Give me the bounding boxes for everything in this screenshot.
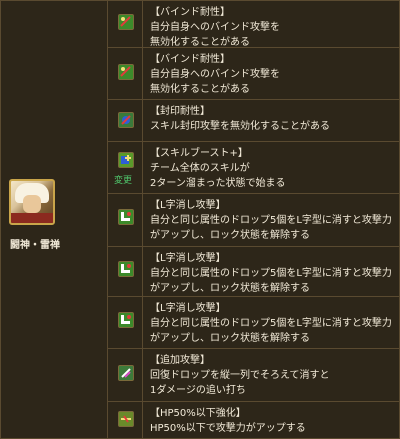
l-shape-clear-icon [118, 261, 134, 277]
skill-row: 【L字消し攻撃】 自分と同じ属性のドロップ5個をL字型に消すと攻撃力 がアップし… [108, 194, 399, 247]
l-shape-clear-icon [118, 312, 134, 328]
skill-title: 【バインド耐性】 [150, 54, 230, 65]
skill-icon-cell: 変更 [108, 142, 143, 193]
skill-line: 自分と同じ属性のドロップ5個をL字型に消すと攻撃力 [150, 318, 392, 329]
skill-row: 【封印耐性】 スキル封印攻撃を無効化することがある [108, 100, 399, 142]
skill-description: 【スキルブースト+】 チーム全体のスキルが 2ターン溜まった状態で始まる [150, 146, 397, 191]
skill-description: 【封印耐性】 スキル封印攻撃を無効化することがある [150, 104, 397, 134]
character-portrait[interactable] [9, 179, 55, 225]
bind-resist-icon [118, 14, 134, 30]
skill-line: HP50%以下で攻撃力がアップする [150, 423, 306, 434]
skill-title: 【封印耐性】 [150, 106, 210, 117]
skill-title: 【L字消し攻撃】 [150, 303, 226, 314]
skill-icon-cell [108, 100, 143, 141]
skill-icon-cell [108, 402, 143, 438]
skill-title: 【HP50%以下強化】 [150, 408, 246, 419]
skill-row: 【追加攻撃】 回復ドロップを縦一列でそろえて消すと 1ダメージの追い打ち [108, 349, 399, 402]
change-badge: 変更 [114, 176, 133, 186]
skill-row: 変更 【スキルブースト+】 チーム全体のスキルが 2ターン溜まった状態で始まる [108, 142, 399, 194]
skill-icon-cell [108, 349, 143, 401]
skill-icon-cell [108, 297, 143, 348]
skill-row: 【HP50%以下強化】 HP50%以下で攻撃力がアップする [108, 402, 399, 438]
skill-icon-cell [108, 1, 143, 47]
skill-icon-cell [108, 194, 143, 246]
awakening-skills-table: 闘神・雷禅 【バインド耐性】 自分自身へのバインド攻撃を 無効化することがある … [0, 0, 400, 439]
skill-line: チーム全体のスキルが [150, 163, 250, 174]
skill-description: 【追加攻撃】 回復ドロップを縦一列でそろえて消すと 1ダメージの追い打ち [150, 353, 397, 398]
skill-line: 自分自身へのバインド攻撃を [150, 69, 280, 80]
skill-row: 【バインド耐性】 自分自身へのバインド攻撃を 無効化することがある [108, 1, 399, 48]
skill-description: 【バインド耐性】 自分自身へのバインド攻撃を 無効化することがある [150, 5, 397, 50]
skill-title: 【L字消し攻撃】 [150, 200, 226, 211]
skill-line: 無効化することがある [150, 84, 250, 95]
skill-description: 【HP50%以下強化】 HP50%以下で攻撃力がアップする [150, 406, 397, 436]
skill-description: 【L字消し攻撃】 自分と同じ属性のドロップ5個をL字型に消すと攻撃力 がアップし… [150, 251, 397, 296]
skill-line: 自分と同じ属性のドロップ5個をL字型に消すと攻撃力 [150, 268, 392, 279]
skill-title: 【追加攻撃】 [150, 355, 210, 366]
l-shape-clear-icon [118, 209, 134, 225]
skill-line: 1ダメージの追い打ち [150, 385, 246, 396]
skill-title: 【スキルブースト+】 [150, 148, 248, 159]
skill-description: 【L字消し攻撃】 自分と同じ属性のドロップ5個をL字型に消すと攻撃力 がアップし… [150, 198, 397, 243]
bind-resist-icon [118, 64, 134, 80]
skill-line: がアップし、ロック状態を解除する [150, 230, 310, 241]
skill-boost-plus-icon [118, 152, 134, 168]
skill-line: 回復ドロップを縦一列でそろえて消すと [150, 370, 330, 381]
skill-row: 【L字消し攻撃】 自分と同じ属性のドロップ5個をL字型に消すと攻撃力 がアップし… [108, 247, 399, 297]
skill-row: 【L字消し攻撃】 自分と同じ属性のドロップ5個をL字型に消すと攻撃力 がアップし… [108, 297, 399, 349]
hp50-below-boost-icon [118, 411, 134, 427]
skill-title: 【バインド耐性】 [150, 7, 230, 18]
skill-row: 【バインド耐性】 自分自身へのバインド攻撃を 無効化することがある [108, 48, 399, 100]
character-name: 闘神・雷禅 [10, 240, 60, 251]
skill-icon-cell [108, 247, 143, 296]
skill-title: 【L字消し攻撃】 [150, 253, 226, 264]
skill-line: 自分と同じ属性のドロップ5個をL字型に消すと攻撃力 [150, 215, 392, 226]
skill-line: スキル封印攻撃を無効化することがある [150, 121, 330, 132]
skill-line: がアップし、ロック状態を解除する [150, 283, 310, 294]
skill-description: 【バインド耐性】 自分自身へのバインド攻撃を 無効化することがある [150, 52, 397, 97]
skill-description: 【L字消し攻撃】 自分と同じ属性のドロップ5個をL字型に消すと攻撃力 がアップし… [150, 301, 397, 346]
skill-line: がアップし、ロック状態を解除する [150, 333, 310, 344]
skill-line: 2ターン溜まった状態で始まる [150, 178, 286, 189]
skill-line: 自分自身へのバインド攻撃を [150, 22, 280, 33]
skill-seal-resist-icon [118, 112, 134, 128]
skill-icon-cell [108, 48, 143, 99]
character-column: 闘神・雷禅 [1, 1, 108, 438]
extra-attack-icon [118, 365, 134, 381]
